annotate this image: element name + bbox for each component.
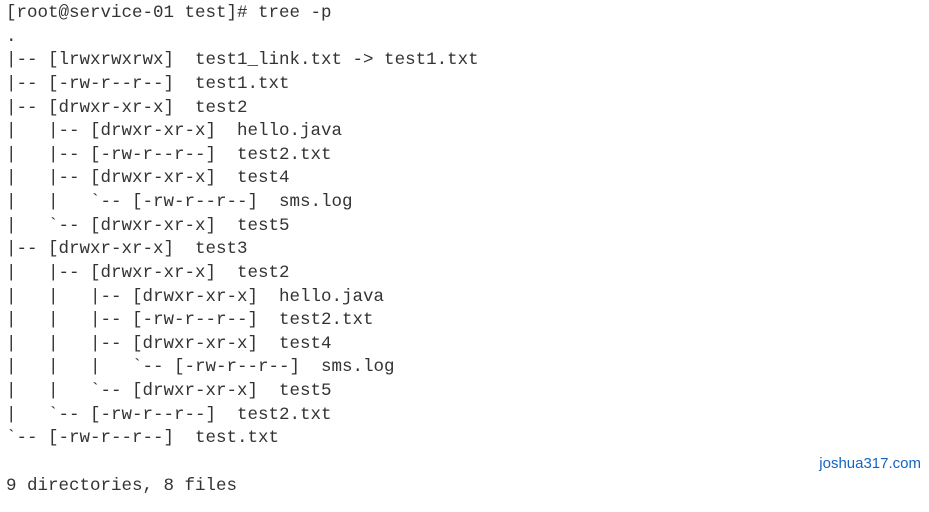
tree-line: | |-- [drwxr-xr-x] test2 — [6, 263, 290, 283]
tree-line: |-- [drwxr-xr-x] test3 — [6, 239, 248, 259]
tree-line: |-- [drwxr-xr-x] test2 — [6, 98, 248, 118]
tree-summary: 9 directories, 8 files — [6, 476, 237, 496]
tree-line: . — [6, 27, 17, 47]
tree-line: | | `-- [drwxr-xr-x] test5 — [6, 381, 332, 401]
tree-line: | | |-- [drwxr-xr-x] hello.java — [6, 287, 384, 307]
shell-prompt: [root@service-01 test]# tree -p — [6, 3, 332, 23]
terminal-output: [root@service-01 test]# tree -p . |-- [l… — [6, 2, 923, 498]
tree-line: | | | `-- [-rw-r--r--] sms.log — [6, 357, 395, 377]
tree-line: |-- [-rw-r--r--] test1.txt — [6, 74, 290, 94]
watermark-text: joshua317.com — [819, 454, 921, 474]
tree-line: `-- [-rw-r--r--] test.txt — [6, 428, 279, 448]
tree-line: | |-- [drwxr-xr-x] hello.java — [6, 121, 342, 141]
tree-line: | | |-- [drwxr-xr-x] test4 — [6, 334, 332, 354]
tree-line: |-- [lrwxrwxrwx] test1_link.txt -> test1… — [6, 50, 479, 70]
tree-line: | `-- [drwxr-xr-x] test5 — [6, 216, 290, 236]
tree-line: | |-- [-rw-r--r--] test2.txt — [6, 145, 332, 165]
tree-line: | `-- [-rw-r--r--] test2.txt — [6, 405, 332, 425]
tree-line: | | |-- [-rw-r--r--] test2.txt — [6, 310, 374, 330]
tree-line: | |-- [drwxr-xr-x] test4 — [6, 168, 290, 188]
tree-line: | | `-- [-rw-r--r--] sms.log — [6, 192, 353, 212]
